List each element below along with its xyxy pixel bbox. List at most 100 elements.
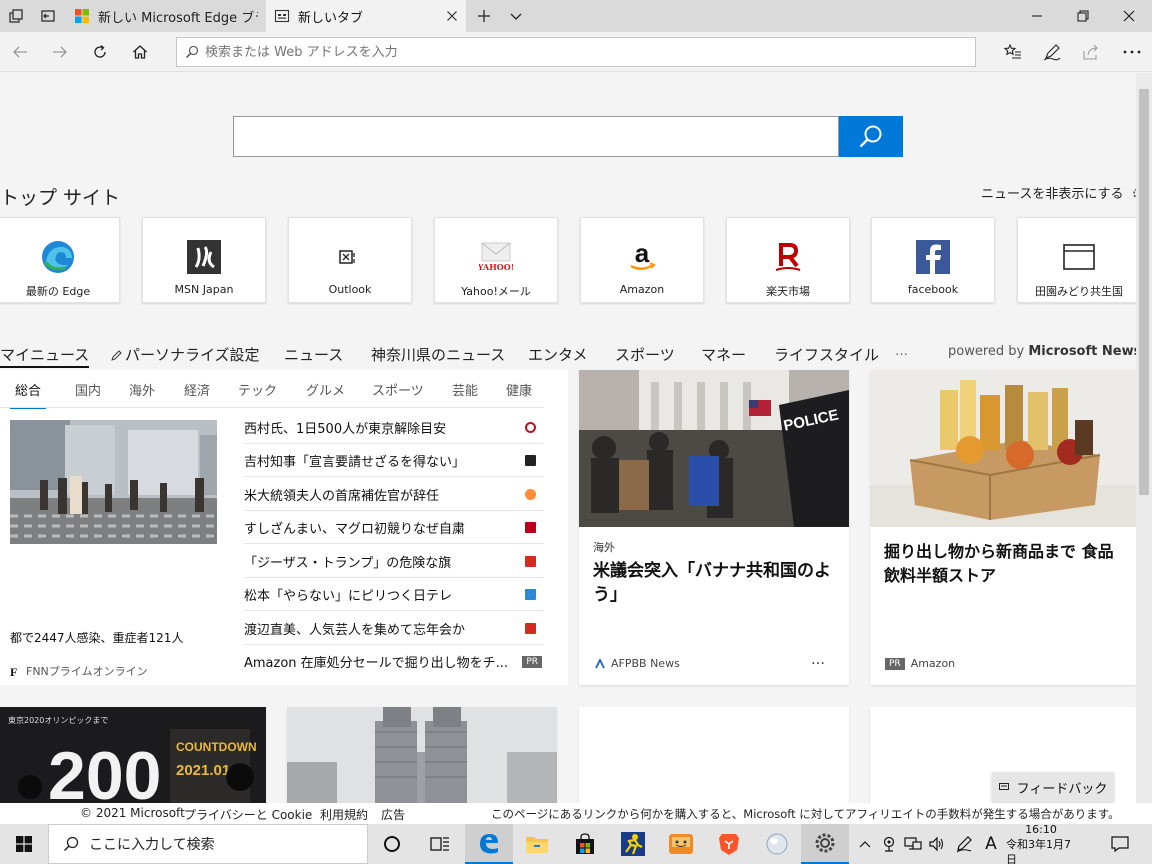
minimize-icon — [1032, 15, 1042, 17]
address-input[interactable] — [205, 44, 965, 60]
headline-item[interactable]: すしざんまい、マグロ初競りなぜ自粛 — [244, 511, 544, 544]
new-tab-button[interactable] — [468, 0, 500, 32]
news-card-placeholder[interactable] — [579, 707, 849, 803]
subtab-sports[interactable]: スポーツ — [372, 380, 424, 399]
taskbar-store[interactable] — [561, 824, 609, 864]
refresh-button[interactable] — [80, 32, 120, 72]
taskbar-edge-app[interactable] — [465, 824, 513, 864]
tray-clock[interactable]: 16:10 令和3年1月7日 — [1006, 823, 1076, 864]
footer-terms-link[interactable]: 利用規約 — [320, 806, 368, 823]
taskbar-app-yellow[interactable] — [609, 824, 657, 864]
top-site-rakuten[interactable]: 楽天市場 — [726, 217, 850, 303]
news-tab-my-news[interactable]: マイニュース — [0, 344, 90, 368]
close-window-button[interactable] — [1106, 0, 1152, 32]
web-search-button[interactable] — [839, 116, 903, 157]
top-site-amazon[interactable]: a Amazon — [580, 217, 704, 303]
tab-preview-button[interactable] — [500, 0, 532, 32]
settings-more-button[interactable] — [1112, 32, 1152, 72]
brave-lion-icon — [719, 834, 739, 855]
subtab-entertainment[interactable]: 芸能 — [452, 380, 478, 399]
news-tab-money[interactable]: マネー — [701, 344, 746, 365]
subtab-world[interactable]: 海外 — [129, 380, 155, 399]
news-tab-sports[interactable]: スポーツ — [615, 344, 675, 365]
address-bar[interactable] — [176, 37, 976, 67]
taskbar-search-box[interactable]: ここに入力して検索 — [48, 824, 368, 864]
footer-privacy-link[interactable]: プライバシーと Cookie — [184, 806, 312, 823]
subtab-tech[interactable]: テック — [238, 380, 277, 399]
news-tab-more[interactable]: … — [895, 344, 908, 359]
tray-pen-workspace[interactable] — [953, 824, 975, 864]
headline-item[interactable]: 西村氏、1日500人が東京解除目安 — [244, 411, 544, 444]
top-site-edge[interactable]: 最新の Edge — [0, 217, 120, 303]
news-tab-news[interactable]: ニュース — [284, 344, 343, 365]
start-button[interactable] — [0, 824, 48, 864]
news-tab-lifestyle[interactable]: ライフスタイル — [774, 344, 879, 365]
show-hidden-icons-button[interactable] — [855, 824, 875, 864]
headline-item[interactable]: 米大統領夫人の首席補佐官が辞任 — [244, 478, 544, 511]
afpbb-logo-icon — [595, 658, 605, 668]
feature-source[interactable]: F FNNプライムオンライン — [10, 663, 148, 679]
tray-network[interactable] — [902, 824, 924, 864]
headline-item[interactable]: Amazon 在庫処分セールで掘り出し物をチ... PR — [244, 645, 544, 678]
tab-actions-button[interactable] — [0, 0, 32, 32]
ad-card[interactable]: 掘り出し物から新商品まで 食品 飲料半額ストア PR Amazon — [870, 370, 1136, 685]
restore-icon — [1077, 10, 1089, 22]
subtab-domestic[interactable]: 国内 — [75, 380, 101, 399]
taskbar-brave-browser[interactable] — [705, 824, 753, 864]
news-card-tokyo[interactable] — [287, 707, 557, 803]
speaker-icon — [929, 836, 944, 852]
news-card[interactable]: POLICE 海外 米議会突入「バナナ共和国のよう」 AFPBB News … — [579, 370, 849, 685]
close-tab-icon[interactable] — [446, 10, 458, 22]
headline-item[interactable]: 渡辺直美、人気芸人を集めて忘年会か — [244, 612, 544, 645]
tray-camera[interactable] — [878, 824, 900, 864]
home-button[interactable] — [120, 32, 160, 72]
forward-button[interactable] — [40, 32, 80, 72]
card-more-button[interactable]: … — [811, 652, 825, 668]
feedback-button[interactable]: フィードバック — [992, 772, 1114, 802]
top-site-denen-midori[interactable]: 田園みどり共生国 — [1017, 217, 1136, 303]
top-site-facebook[interactable]: facebook — [871, 217, 995, 303]
source-logo-icon — [525, 588, 536, 600]
taskbar-app-globe[interactable] — [753, 824, 801, 864]
news-tab-entertainment[interactable]: エンタメ — [528, 344, 588, 365]
scrollbar-thumb[interactable] — [1139, 89, 1149, 495]
favorites-button[interactable] — [993, 32, 1033, 72]
web-search-box[interactable] — [233, 116, 839, 157]
feature-image[interactable] — [10, 420, 217, 544]
tab-new-tab[interactable]: 新しいタブ — [266, 0, 466, 32]
footer-ads-link[interactable]: 広告 — [381, 806, 405, 823]
tab-edge-browser[interactable]: 新しい Microsoft Edge ブラウザ — [66, 0, 266, 32]
tray-volume[interactable] — [926, 824, 948, 864]
feature-source-label: FNNプライムオンライン — [26, 665, 148, 678]
web-notes-button[interactable] — [1032, 32, 1072, 72]
subtab-economy[interactable]: 経済 — [184, 380, 210, 399]
top-site-outlook[interactable]: Outlook — [288, 217, 412, 303]
headline-item[interactable]: 吉村知事「宣言要請せざるを得ない」 — [244, 444, 544, 477]
subtab-general[interactable]: 総合 — [10, 380, 46, 409]
top-site-msn-japan[interactable]: MSN Japan — [142, 217, 266, 303]
page-scrollbar[interactable] — [1136, 73, 1152, 803]
back-button[interactable] — [0, 32, 40, 72]
news-tab-kanagawa[interactable]: 神奈川県のニュース — [371, 344, 505, 365]
share-button[interactable] — [1071, 32, 1111, 72]
taskbar-app-orange[interactable] — [657, 824, 705, 864]
headline-item[interactable]: 松本「やらない」にピリつく日テレ — [244, 578, 544, 611]
action-center-button[interactable] — [1102, 824, 1138, 864]
taskbar-file-explorer[interactable] — [513, 824, 561, 864]
news-tab-personalize[interactable]: パーソナライズ設定 — [111, 344, 260, 365]
subtab-gourmet[interactable]: グルメ — [306, 380, 345, 399]
cortana-button[interactable] — [368, 824, 416, 864]
set-tabs-aside-button[interactable] — [32, 0, 64, 32]
hide-news-link[interactable]: ニュースを非表示にする — [981, 183, 1136, 202]
task-view-button[interactable] — [416, 824, 464, 864]
news-card-countdown[interactable]: 東京2020オリンピックまで 200 COUNTDOWN 2021.01.0 — [0, 707, 266, 803]
headline-item[interactable]: 「ジーザス・トランプ」の危険な旗 — [244, 545, 544, 578]
taskbar-settings[interactable] — [801, 824, 849, 864]
restore-button[interactable] — [1060, 0, 1106, 32]
feedback-icon — [998, 783, 1009, 790]
feature-headline[interactable]: 都で2447人感染、重症者121人 — [10, 629, 183, 646]
subtab-health[interactable]: 健康 — [506, 380, 532, 399]
minimize-button[interactable] — [1014, 0, 1060, 32]
tray-ime-mode[interactable]: A — [979, 824, 1003, 864]
top-site-yahoo-mail[interactable]: YAHOO! Yahoo!メール — [434, 217, 558, 303]
